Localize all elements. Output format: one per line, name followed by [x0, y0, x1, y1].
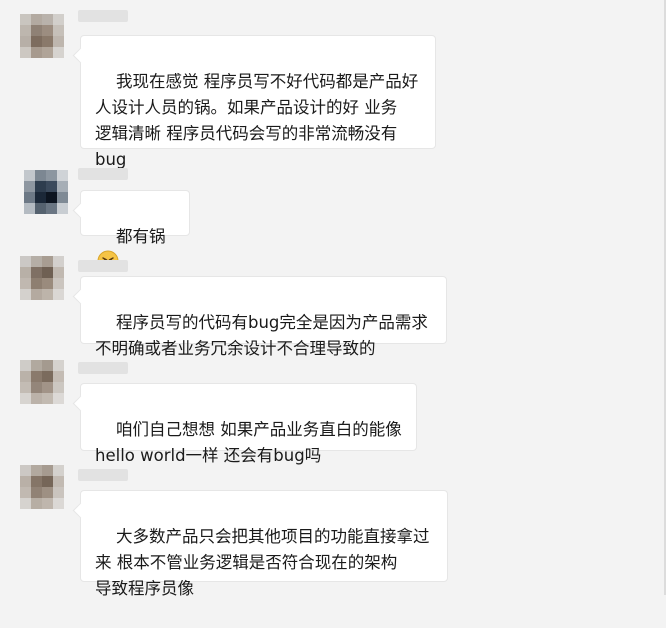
message-text: 都有锅 — [115, 227, 166, 246]
avatar[interactable] — [20, 256, 64, 300]
message-text: 程序员写的代码有bug完全是因为产品需求 不明确或者业务冗余设计不合理导致的 — [95, 313, 428, 358]
avatar[interactable] — [20, 465, 64, 509]
message-text: 我现在感觉 程序员写不好代码都是产品好 人设计人员的锅。如果产品设计的好 业务 … — [95, 72, 419, 169]
chat-thread: 我现在感觉 程序员写不好代码都是产品好 人设计人员的锅。如果产品设计的好 业务 … — [0, 0, 666, 598]
message-bubble[interactable]: 都有锅 — [80, 190, 190, 272]
message-bubble[interactable]: 咱们自己想想 如果产品业务直白的能像 hello world一样 还会有bug吗 — [80, 383, 417, 465]
message-bubble[interactable]: 我现在感觉 程序员写不好代码都是产品好 人设计人员的锅。如果产品设计的好 业务 … — [80, 35, 436, 169]
sender-name-blurred — [78, 469, 128, 481]
avatar[interactable] — [20, 360, 64, 404]
sender-name-blurred — [78, 168, 128, 180]
message-text: 大多数产品只会把其他项目的功能直接拿过 来 根本不管业务逻辑是否符合现在的架构 … — [95, 527, 430, 598]
message-bubble[interactable]: 程序员写的代码有bug完全是因为产品需求 不明确或者业务冗余设计不合理导致的 — [80, 276, 447, 358]
avatar[interactable] — [24, 170, 68, 214]
sender-name-blurred — [78, 260, 128, 272]
avatar[interactable] — [20, 14, 64, 58]
message-bubble[interactable]: 大多数产品只会把其他项目的功能直接拿过 来 根本不管业务逻辑是否符合现在的架构 … — [80, 490, 448, 598]
message-text: 咱们自己想想 如果产品业务直白的能像 hello world一样 还会有bug吗 — [95, 420, 402, 465]
sender-name-blurred — [78, 362, 128, 374]
sender-name-blurred — [78, 10, 128, 22]
